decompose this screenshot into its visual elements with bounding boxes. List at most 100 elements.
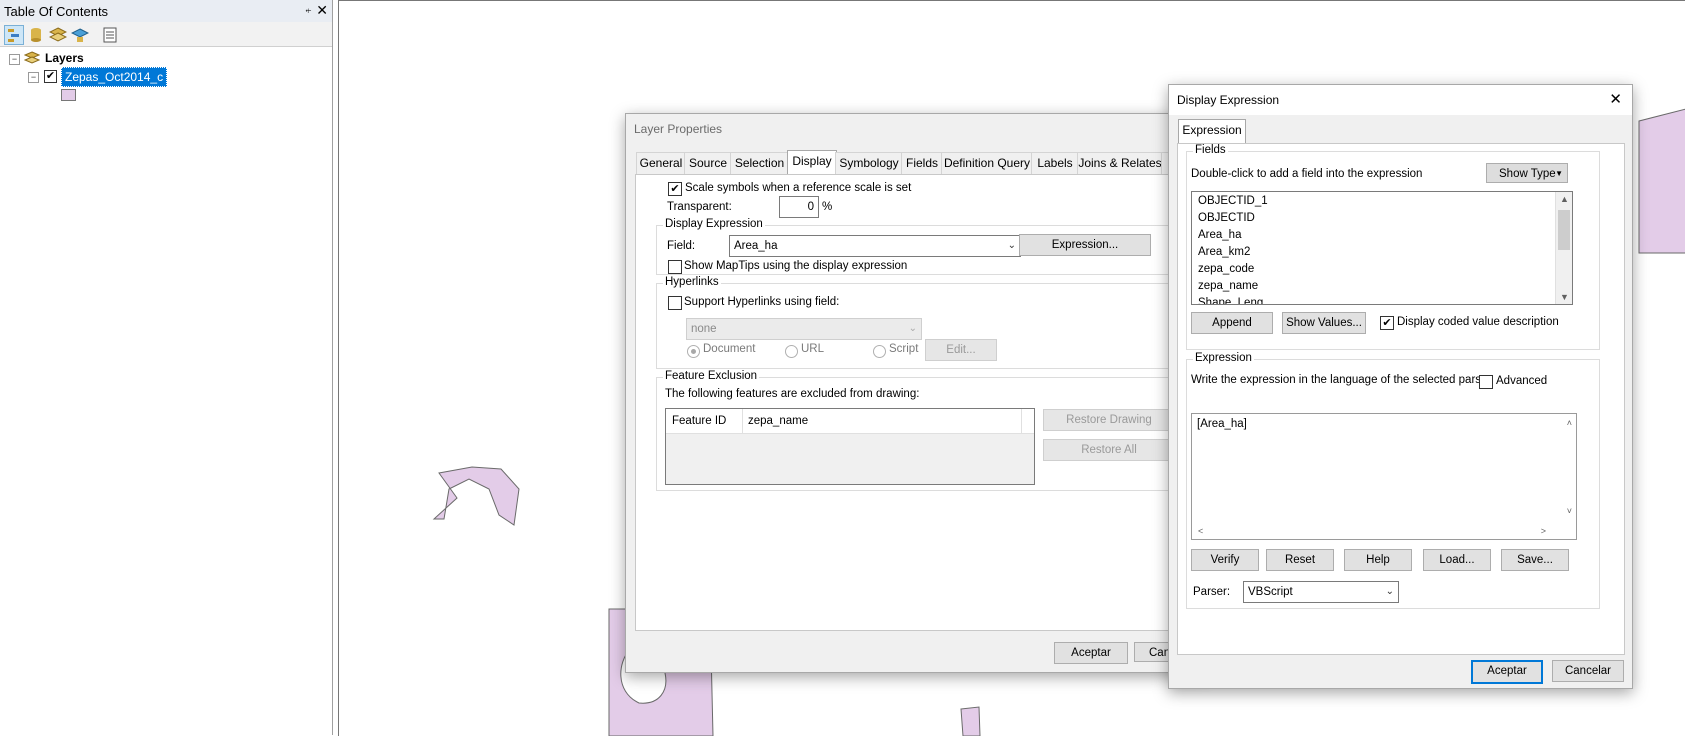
- restore-drawing-button[interactable]: Restore Drawing: [1043, 409, 1175, 431]
- reset-button[interactable]: Reset: [1266, 549, 1334, 571]
- support-hyperlinks-checkbox[interactable]: [668, 296, 682, 310]
- scroll-left-icon[interactable]: <: [1198, 526, 1203, 536]
- tab-selection[interactable]: Selection: [730, 152, 789, 174]
- parser-select[interactable]: VBScript ⌄: [1243, 581, 1399, 603]
- list-item[interactable]: zepa_name: [1198, 280, 1258, 292]
- list-item[interactable]: OBJECTID: [1198, 212, 1255, 224]
- expression-group: Expression Write the expression in the l…: [1186, 352, 1600, 609]
- display-expression-cancel-button[interactable]: Cancelar: [1552, 660, 1624, 682]
- display-field-value: Area_ha: [734, 240, 778, 252]
- layers-root-label[interactable]: Layers: [45, 51, 84, 65]
- excluded-features-table[interactable]: Feature ID zepa_name: [665, 408, 1035, 485]
- excluded-features-text: The following features are excluded from…: [665, 388, 920, 400]
- layer-collapse-toggle[interactable]: −: [28, 72, 39, 83]
- close-icon[interactable]: ✕: [316, 2, 328, 19]
- list-by-selection-icon[interactable]: [70, 25, 90, 45]
- scale-symbols-checkbox[interactable]: ✔: [668, 182, 682, 196]
- layer-symbol-swatch[interactable]: [61, 89, 76, 101]
- advanced-checkbox[interactable]: [1479, 375, 1493, 389]
- list-item[interactable]: Area_ha: [1198, 229, 1241, 241]
- url-radio-label: URL: [801, 343, 825, 355]
- expression-button[interactable]: Expression...: [1019, 234, 1151, 256]
- map-feature: [432, 466, 520, 526]
- fields-scrollbar[interactable]: ▲ ▼: [1555, 192, 1572, 304]
- tab-display[interactable]: Display: [787, 150, 837, 175]
- transparency-value: 0: [807, 201, 814, 213]
- display-expression-dialog: Display Expression ✕ Expression Fields D…: [1168, 84, 1633, 689]
- layer-visibility-checkbox[interactable]: ✔: [44, 70, 57, 83]
- options-icon[interactable]: [100, 25, 120, 45]
- display-expression-ok-button[interactable]: Aceptar: [1471, 660, 1543, 684]
- transparency-input[interactable]: 0: [779, 196, 819, 218]
- save-button[interactable]: Save...: [1501, 549, 1569, 571]
- fields-list[interactable]: OBJECTID_1 OBJECTID Area_ha Area_km2 zep…: [1191, 191, 1573, 305]
- tab-source[interactable]: Source: [684, 152, 732, 174]
- list-item[interactable]: OBJECTID_1: [1198, 195, 1268, 207]
- transparent-label: Transparent:: [667, 201, 732, 213]
- url-radio[interactable]: [785, 345, 798, 358]
- list-item[interactable]: Shape_Leng: [1198, 297, 1263, 304]
- tab-general[interactable]: General: [636, 152, 686, 174]
- fields-group: Fields Double-click to add a field into …: [1186, 144, 1600, 350]
- append-button[interactable]: Append: [1191, 312, 1273, 334]
- tab-expression[interactable]: Expression: [1178, 119, 1246, 144]
- map-feature: [1638, 108, 1685, 254]
- hyperlink-field-select[interactable]: none ⌄: [686, 318, 922, 340]
- show-type-button[interactable]: Show Type ▼: [1486, 163, 1568, 183]
- list-by-drawing-order-icon[interactable]: [4, 25, 24, 45]
- restore-all-button[interactable]: Restore All: [1043, 439, 1175, 461]
- hyperlinks-group-label: Hyperlinks: [663, 276, 721, 288]
- layer-name-label[interactable]: Zepas_Oct2014_c: [61, 67, 168, 87]
- tab-definition-query[interactable]: Definition Query: [941, 152, 1033, 174]
- scale-symbols-label: Scale symbols when a reference scale is …: [685, 182, 912, 194]
- pin-icon[interactable]: ⍅: [305, 3, 312, 18]
- scrollbar-thumb[interactable]: [1558, 210, 1570, 250]
- feature-exclusion-group-label: Feature Exclusion: [663, 370, 760, 382]
- expression-hint: Write the expression in the language of …: [1191, 374, 1494, 386]
- close-icon[interactable]: ✕: [1609, 90, 1622, 108]
- hyperlinks-group: Hyperlinks Support Hyperlinks using fiel…: [656, 276, 1203, 369]
- layer-properties-ok-button[interactable]: Aceptar: [1054, 642, 1128, 664]
- edit-button[interactable]: Edit...: [925, 339, 997, 361]
- chevron-down-icon: ⌄: [1385, 586, 1394, 597]
- list-item[interactable]: Area_km2: [1198, 246, 1250, 258]
- toc-title: Table Of Contents: [4, 4, 109, 19]
- expression-textarea[interactable]: [Area_ha] ˄ ˅ < >: [1191, 413, 1577, 540]
- layers-collapse-toggle[interactable]: −: [9, 54, 20, 65]
- column-divider: [742, 409, 743, 433]
- tab-joins-relates[interactable]: Joins & Relates: [1077, 152, 1163, 174]
- script-radio[interactable]: [873, 345, 886, 358]
- document-radio[interactable]: [687, 345, 700, 358]
- coded-value-checkbox[interactable]: ✔: [1380, 316, 1394, 330]
- load-button[interactable]: Load...: [1423, 549, 1491, 571]
- tab-labels[interactable]: Labels: [1031, 152, 1079, 174]
- scroll-down-icon[interactable]: ▼: [1560, 292, 1569, 302]
- list-by-source-icon[interactable]: [26, 25, 46, 45]
- hyperlink-field-value: none: [691, 323, 717, 335]
- layer-properties-tabs: General Source Selection Display Symbolo…: [636, 150, 1206, 175]
- display-field-select[interactable]: Area_ha ⌄: [729, 235, 1021, 257]
- coded-value-label: Display coded value description: [1397, 316, 1559, 328]
- field-label: Field:: [667, 240, 696, 252]
- scroll-up-icon[interactable]: ▲: [1560, 194, 1569, 204]
- tab-symbology[interactable]: Symbology: [835, 152, 903, 174]
- parser-label: Parser:: [1193, 586, 1231, 598]
- show-maptips-checkbox[interactable]: [668, 260, 682, 274]
- map-feature: [960, 706, 981, 736]
- tab-fields[interactable]: Fields: [901, 152, 943, 174]
- scroll-up-icon[interactable]: ˄: [1567, 418, 1572, 428]
- display-expression-title: Display Expression: [1177, 93, 1280, 107]
- column-zepa-name[interactable]: zepa_name: [748, 415, 808, 427]
- scroll-right-icon[interactable]: >: [1541, 526, 1546, 536]
- scroll-down-icon[interactable]: ˅: [1567, 506, 1572, 516]
- verify-button[interactable]: Verify: [1191, 549, 1259, 571]
- list-item[interactable]: zepa_code: [1198, 263, 1254, 275]
- fields-hint: Double-click to add a field into the exp…: [1191, 168, 1423, 180]
- column-feature-id[interactable]: Feature ID: [672, 415, 726, 427]
- display-expression-group-label: Display Expression: [663, 218, 765, 230]
- table-header: Feature ID zepa_name: [666, 409, 1034, 434]
- show-values-button[interactable]: Show Values...: [1282, 312, 1366, 334]
- help-button[interactable]: Help: [1344, 549, 1412, 571]
- parser-value: VBScript: [1248, 586, 1293, 598]
- list-by-visibility-icon[interactable]: [48, 25, 68, 45]
